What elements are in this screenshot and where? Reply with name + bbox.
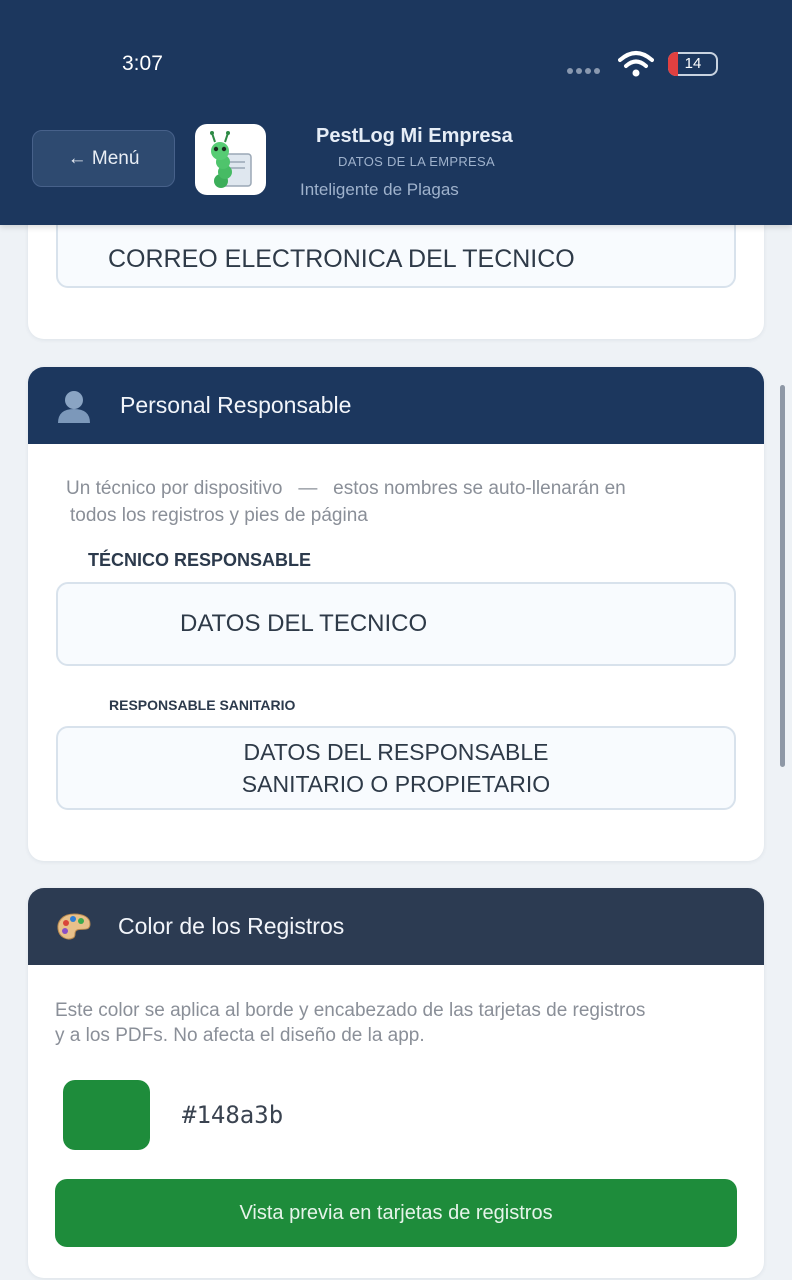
color-hint: Este color se aplica al borde y encabeza… — [55, 1000, 646, 1046]
color-swatch[interactable] — [63, 1080, 150, 1150]
responsable-sanitario-value: DATOS DEL RESPONSABLE SANITARIO O PROPIE… — [241, 739, 551, 797]
personal-hint-line2: todos los registros y pies de página — [70, 505, 368, 526]
app-header: 3:07 14 ← Menú PestLog Mi Empresa DATOS … — [0, 0, 792, 225]
responsable-sanitario-field[interactable]: DATOS DEL RESPONSABLE SANITARIO O PROPIE… — [56, 726, 736, 810]
app-subtitle: DATOS DE LA EMPRESA — [338, 154, 495, 169]
color-registros-card: Color de los Registros Este color se apl… — [28, 888, 764, 1278]
preview-button-label: Vista previa en tarjetas de registros — [239, 1201, 553, 1224]
tecnico-responsable-label: TÉCNICO RESPONSABLE — [88, 550, 312, 570]
palette-icon — [57, 912, 91, 939]
personal-card-title: Personal Responsable — [120, 392, 352, 418]
battery-level: 14 — [684, 55, 702, 72]
user-icon — [58, 390, 90, 423]
preview-button[interactable]: Vista previa en tarjetas de registros — [55, 1179, 737, 1247]
personal-card-header: Personal Responsable — [28, 367, 764, 444]
menu-back-button[interactable]: ← Menú — [32, 130, 175, 187]
app-logo — [195, 124, 266, 195]
personal-hint-line1: Un técnico por dispositivo — estos nombr… — [66, 478, 626, 499]
tecnico-responsable-field[interactable]: DATOS DEL TECNICO — [56, 582, 736, 666]
battery-icon: 14 — [668, 52, 718, 76]
cellular-signal-icon — [567, 68, 600, 74]
caterpillar-logo-icon — [210, 131, 252, 188]
scrollbar[interactable] — [780, 385, 785, 767]
status-time: 3:07 — [122, 52, 163, 75]
tecnico-responsable-value: DATOS DEL TECNICO — [180, 610, 428, 637]
menu-button-label: ← Menú — [67, 147, 140, 169]
app-tagline: Inteligente de Plagas — [300, 180, 459, 199]
personal-responsable-card: Personal Responsable Un técnico por disp… — [28, 367, 764, 861]
color-card-header: Color de los Registros — [28, 888, 764, 965]
responsable-sanitario-label: RESPONSABLE SANITARIO — [109, 697, 296, 713]
wifi-icon — [618, 51, 654, 77]
tecnico-email-value: CORREO ELECTRONICA DEL TECNICO — [108, 244, 575, 273]
color-hex-value[interactable]: #148a3b — [182, 1101, 283, 1129]
app-title: PestLog Mi Empresa — [316, 125, 513, 147]
color-card-title: Color de los Registros — [118, 913, 345, 939]
